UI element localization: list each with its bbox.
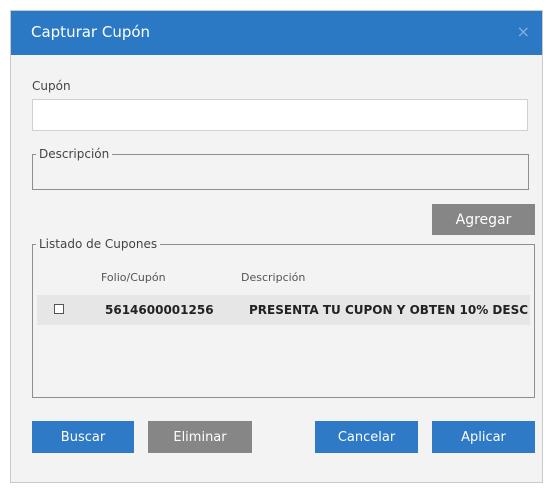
close-icon[interactable]: × [517,22,530,42]
coupon-list: Folio/Cupón Descripción 5614600001256 PR… [33,251,534,397]
search-button[interactable]: Buscar [32,421,134,453]
capture-coupon-dialog: Capturar Cupón × Cupón Descripción Agreg… [10,10,543,483]
coupon-input[interactable] [32,99,528,131]
description-fieldset: Descripción [32,147,529,190]
column-header-description: Descripción [241,271,306,284]
coupon-list-fieldset: Listado de Cupones Folio/Cupón Descripci… [32,237,535,398]
add-button[interactable]: Agregar [432,204,535,235]
description-input[interactable] [33,161,528,189]
row-folio: 5614600001256 [105,303,214,317]
column-header-folio: Folio/Cupón [101,271,166,284]
dialog-titlebar: Capturar Cupón × [11,11,542,55]
delete-button[interactable]: Eliminar [148,421,252,453]
table-row[interactable]: 5614600001256 PRESENTA TU CUPON Y OBTEN … [37,295,530,325]
coupon-label: Cupón [32,79,71,93]
coupon-list-legend: Listado de Cupones [39,237,158,251]
dialog-title: Capturar Cupón [31,23,151,41]
cancel-button[interactable]: Cancelar [315,421,418,453]
apply-button[interactable]: Aplicar [432,421,535,453]
row-checkbox[interactable] [54,304,64,314]
description-legend: Descripción [39,147,110,161]
row-description: PRESENTA TU CUPON Y OBTEN 10% DESC [249,303,529,317]
